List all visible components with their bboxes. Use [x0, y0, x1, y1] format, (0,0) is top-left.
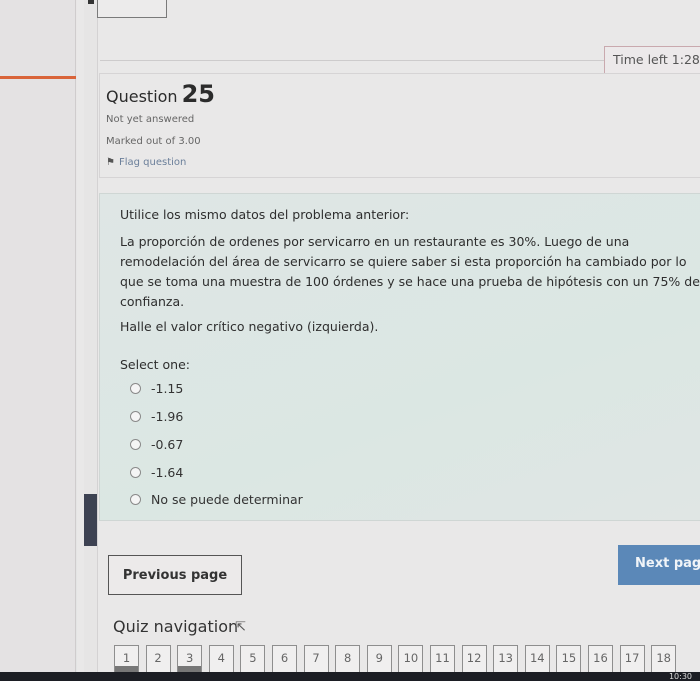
question-body: La proporción de ordenes por servicarro …: [120, 234, 700, 309]
quiz-nav-number: 7: [312, 651, 320, 665]
time-left-timer: Time left 1:28:3: [604, 46, 700, 74]
os-taskbar: [0, 672, 700, 681]
mouse-cursor-icon: ⇱: [235, 620, 246, 635]
screen: Time left 1:28:3 Question25 Not yet answ…: [0, 0, 700, 681]
quiz-nav-button-10[interactable]: 10: [398, 645, 424, 673]
quiz-nav-number: 10: [403, 651, 419, 665]
question-title: Question 25: [106, 80, 215, 108]
quiz-nav-number: 17: [624, 651, 640, 665]
radio-button[interactable]: [130, 383, 141, 394]
select-one-label: Select one:: [120, 357, 191, 372]
top-tab[interactable]: [97, 0, 167, 18]
answer-option-label: No se puede determinar: [151, 492, 303, 507]
quiz-nav-number: 16: [593, 651, 608, 665]
quiz-navigation-title: Quiz navigation: [113, 617, 239, 636]
answer-option-label: -1.64: [151, 465, 184, 480]
radio-button[interactable]: [130, 494, 141, 505]
quiz-nav-number: 6: [280, 651, 289, 665]
quiz-nav-number: 14: [529, 651, 545, 665]
quiz-nav-button-12[interactable]: 12: [461, 645, 487, 673]
quiz-nav-number: 2: [154, 651, 162, 665]
quiz-nav-number: 13: [498, 651, 513, 665]
radio-button[interactable]: [130, 467, 141, 478]
quiz-nav-number: 11: [435, 651, 450, 665]
quiz-nav-button-4[interactable]: 4: [208, 645, 234, 673]
radio-button[interactable]: [130, 439, 141, 450]
quiz-nav-button-1[interactable]: 1: [114, 645, 139, 673]
quiz-nav-button-13[interactable]: 13: [493, 645, 519, 673]
taskbar-clock: 10:30: [668, 672, 692, 681]
quiz-nav-number: 8: [344, 651, 352, 665]
question-state: Not yet answered: [106, 114, 195, 125]
quiz-nav-button-17[interactable]: 17: [619, 645, 645, 673]
quiz-nav-button-11[interactable]: 11: [430, 645, 455, 673]
flag-icon: ⚑: [106, 157, 115, 168]
answer-option[interactable]: -0.67: [130, 437, 183, 452]
quiz-nav-button-3[interactable]: 3: [177, 645, 203, 673]
question-prefix: Question: [106, 87, 178, 106]
quiz-nav-number: 3: [186, 651, 194, 665]
quiz-nav-number: 12: [466, 651, 482, 665]
quiz-nav-button-5[interactable]: 5: [240, 645, 266, 673]
question-marks: Marked out of 3.00: [106, 136, 201, 147]
radio-button[interactable]: [130, 411, 141, 422]
answer-option[interactable]: -1.96: [130, 409, 183, 424]
quiz-nav-button-6[interactable]: 6: [272, 645, 297, 673]
side-rail-active-indicator: [84, 494, 97, 546]
quiz-nav-button-15[interactable]: 15: [556, 645, 582, 673]
quiz-nav-button-2[interactable]: 2: [145, 645, 171, 673]
left-gutter: [0, 0, 76, 681]
quiz-nav-number: 4: [217, 651, 225, 665]
question-intro: Utilice los mismo datos del problema ant…: [120, 207, 410, 222]
answer-option-label: -1.15: [151, 381, 184, 396]
previous-page-button[interactable]: Previous page: [108, 555, 242, 595]
accent-divider: [0, 76, 76, 79]
tab-icon: [88, 0, 94, 4]
flag-question-label: Flag question: [118, 157, 187, 168]
quiz-nav-number: 9: [375, 651, 383, 665]
answer-option-label: -1.96: [151, 409, 184, 424]
answer-option[interactable]: -1.15: [130, 381, 183, 396]
quiz-nav-number: 1: [122, 651, 131, 665]
quiz-nav-number: 5: [249, 651, 257, 665]
flag-question-link[interactable]: ⚑ Flag question: [106, 157, 186, 168]
quiz-nav-button-18[interactable]: 18: [651, 645, 677, 673]
question-prompt: Halle el valor crítico negativo (izquier…: [120, 319, 379, 334]
quiz-nav-number: 18: [656, 651, 671, 665]
quiz-nav-button-9[interactable]: 9: [366, 645, 392, 673]
quiz-nav-button-14[interactable]: 14: [524, 645, 550, 673]
quiz-nav-button-7[interactable]: 7: [303, 645, 329, 673]
quiz-nav-number: 15: [561, 651, 577, 665]
next-page-button[interactable]: Next page: [618, 545, 700, 585]
side-rail: [84, 0, 98, 681]
answer-option[interactable]: No se puede determinar: [130, 492, 303, 507]
answer-option-label: -0.67: [151, 437, 184, 452]
answer-option[interactable]: -1.64: [130, 465, 183, 480]
quiz-nav-button-16[interactable]: 16: [588, 645, 613, 673]
quiz-nav-button-8[interactable]: 8: [335, 645, 361, 673]
question-number: 25: [181, 80, 215, 108]
